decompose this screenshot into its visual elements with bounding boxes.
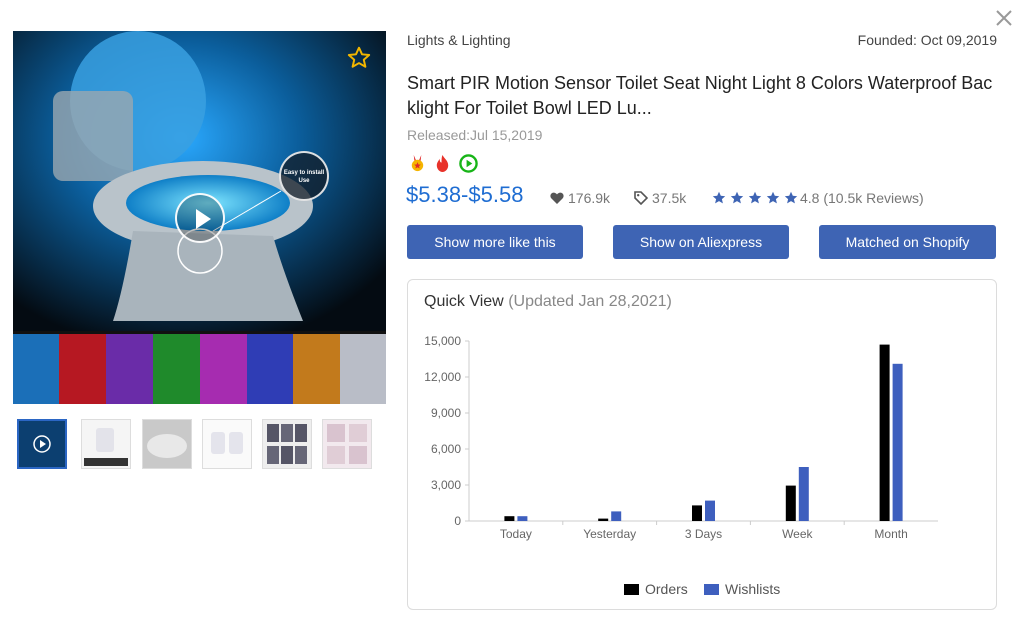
product-category[interactable]: Lights & Lighting <box>407 32 511 48</box>
thumbnail-image <box>323 420 371 468</box>
quick-view-card: Quick View (Updated Jan 28,2021) 0 3,000 6… <box>407 279 997 610</box>
thumbnail-image <box>203 420 251 468</box>
bar-wishlists[interactable] <box>517 516 528 521</box>
product-title[interactable]: Smart PIR Motion Sensor Toilet Seat Nigh… <box>407 71 999 121</box>
y-tick-label: 9,000 <box>431 406 461 420</box>
y-tick-label: 12,000 <box>424 370 461 384</box>
thumbnail-strip <box>13 419 386 469</box>
star-icon <box>712 191 726 204</box>
matched-on-shopify-button[interactable]: Matched on Shopify <box>819 225 996 259</box>
y-tick-label: 3,000 <box>431 478 461 492</box>
star-icon <box>784 191 798 204</box>
play-video-button[interactable] <box>175 193 225 243</box>
thumbnail[interactable] <box>142 419 192 469</box>
medal-icon <box>411 154 424 172</box>
star-outline-icon <box>347 46 371 68</box>
legend-swatch <box>624 584 639 595</box>
tag-icon <box>634 191 649 206</box>
bar-wishlists[interactable] <box>798 467 809 521</box>
favorite-button[interactable] <box>346 45 372 71</box>
x-tick-label: 3 Days <box>685 527 722 541</box>
price-range: $5.38-$5.58 <box>406 182 524 207</box>
likes-count: 176.9k <box>568 190 611 206</box>
heart-icon <box>550 192 564 204</box>
rating-summary[interactable]: 4.8 (10.5k Reviews) <box>800 189 924 207</box>
thumbnail-image <box>143 420 191 468</box>
x-tick-label: Month <box>874 527 907 541</box>
thumbnail[interactable] <box>202 419 252 469</box>
store-founded-date: Founded: Oct 09,2019 <box>857 32 997 48</box>
legend-label: Orders <box>645 581 688 597</box>
bar-orders[interactable] <box>598 518 609 521</box>
y-tick-label: 0 <box>454 514 461 528</box>
x-tick-label: Today <box>500 527 532 541</box>
star-icon <box>766 191 780 204</box>
rating-stars <box>712 191 798 204</box>
bar-orders[interactable] <box>692 505 702 521</box>
bar-wishlists[interactable] <box>611 511 622 521</box>
release-date: Released:Jul 15,2019 <box>407 127 543 143</box>
play-circle-icon <box>459 154 478 173</box>
thumbnail-image <box>19 421 65 467</box>
y-tick-label: 6,000 <box>431 442 461 456</box>
x-tick-label: Week <box>782 527 813 541</box>
orders-stat: 37.5k <box>634 189 686 207</box>
quick-view-chart: 0 3,000 6,000 9,000 12,000 15,000 Today Yesterd… <box>424 334 938 541</box>
likes-stat: 176.9k <box>550 189 610 207</box>
legend-label: Wishlists <box>725 581 781 597</box>
show-on-aliexpress-button[interactable]: Show on Aliexpress <box>613 225 789 259</box>
thumbnail[interactable] <box>81 419 131 469</box>
thumbnail[interactable] <box>262 419 312 469</box>
close-button[interactable] <box>994 8 1014 28</box>
bar-orders[interactable] <box>504 516 515 521</box>
thumbnail-image <box>263 420 311 468</box>
legend-item-wishlists[interactable]: Wishlists <box>704 581 780 597</box>
bar-orders[interactable] <box>785 485 796 521</box>
orders-count: 37.5k <box>652 190 687 206</box>
close-icon <box>996 10 1012 26</box>
bar-orders[interactable] <box>879 344 890 521</box>
x-tick-label: Yesterday <box>583 527 636 541</box>
legend-item-orders[interactable]: Orders <box>624 581 688 597</box>
legend-swatch <box>704 584 719 595</box>
y-tick-label: 15,000 <box>424 334 461 348</box>
star-icon <box>748 191 762 204</box>
bar-wishlists[interactable] <box>705 500 715 521</box>
fire-icon <box>436 154 449 173</box>
show-more-like-this-button[interactable]: Show more like this <box>407 225 583 259</box>
bar-wishlists[interactable] <box>892 363 903 521</box>
thumbnail[interactable] <box>322 419 372 469</box>
install-badge: Easy to install Use <box>279 151 329 201</box>
thumbnail[interactable] <box>17 419 67 469</box>
star-icon <box>730 191 744 204</box>
thumbnail-image <box>82 420 130 468</box>
product-main-image[interactable]: Easy to install Use <box>13 31 386 404</box>
